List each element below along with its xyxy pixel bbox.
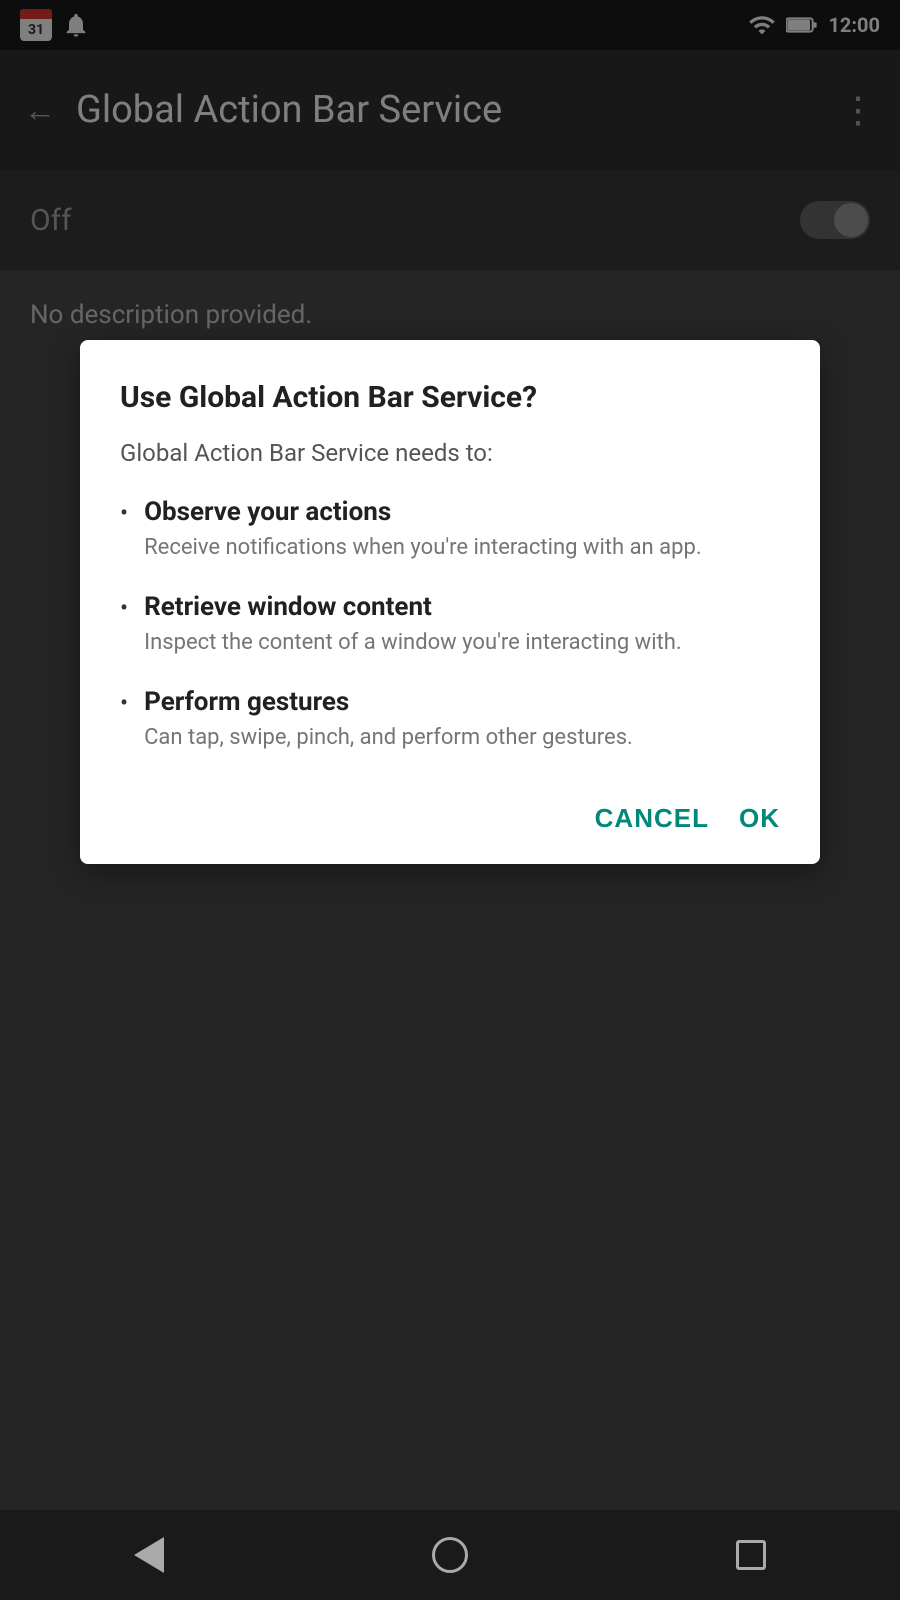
permission-item-2: • Retrieve window content Inspect the co… bbox=[120, 592, 780, 659]
dialog-subtitle: Global Action Bar Service needs to: bbox=[120, 439, 780, 467]
permission-content-1: Observe your actions Receive notificatio… bbox=[144, 497, 780, 564]
bullet-3: • bbox=[120, 689, 128, 717]
permission-title-2: Retrieve window content bbox=[144, 592, 780, 622]
permission-title-3: Perform gestures bbox=[144, 687, 780, 717]
permission-dialog: Use Global Action Bar Service? Global Ac… bbox=[80, 340, 820, 864]
permission-item-1: • Observe your actions Receive notificat… bbox=[120, 497, 780, 564]
permission-desc-1: Receive notifications when you're intera… bbox=[144, 533, 780, 564]
permission-item-3: • Perform gestures Can tap, swipe, pinch… bbox=[120, 687, 780, 754]
permission-content-2: Retrieve window content Inspect the cont… bbox=[144, 592, 780, 659]
ok-button[interactable]: OK bbox=[739, 803, 780, 834]
nav-recents-button[interactable] bbox=[736, 1540, 766, 1570]
dialog-actions: CANCEL OK bbox=[120, 793, 780, 834]
permission-desc-2: Inspect the content of a window you're i… bbox=[144, 628, 780, 659]
permission-title-1: Observe your actions bbox=[144, 497, 780, 527]
bullet-1: • bbox=[120, 499, 128, 527]
bullet-2: • bbox=[120, 594, 128, 622]
permission-desc-3: Can tap, swipe, pinch, and perform other… bbox=[144, 723, 780, 754]
dialog-title: Use Global Action Bar Service? bbox=[120, 380, 780, 415]
nav-home-button[interactable] bbox=[432, 1537, 468, 1573]
permission-content-3: Perform gestures Can tap, swipe, pinch, … bbox=[144, 687, 780, 754]
dialog-overlay: Use Global Action Bar Service? Global Ac… bbox=[0, 0, 900, 1600]
nav-back-button[interactable] bbox=[134, 1537, 164, 1573]
cancel-button[interactable]: CANCEL bbox=[595, 803, 709, 834]
bottom-nav bbox=[0, 1510, 900, 1600]
